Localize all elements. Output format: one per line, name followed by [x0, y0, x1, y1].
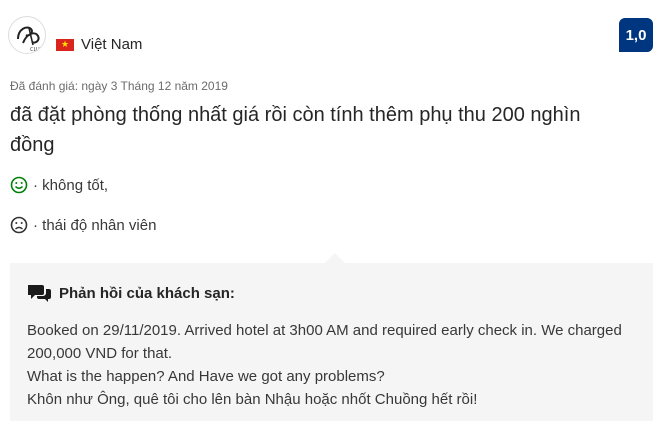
reply-line: Booked on 29/11/2019. Arrived hotel at 3…: [27, 322, 622, 362]
hotel-reply-box: Phản hồi của khách sạn: Booked on 29/11/…: [10, 263, 653, 421]
positive-text: · không tốt,: [33, 176, 109, 194]
negative-point: · thái độ nhân viên: [10, 216, 156, 234]
reply-heading: Phản hồi của khách sạn:: [28, 283, 235, 303]
vietnam-flag-icon: ★: [56, 38, 74, 51]
reviewer-avatar: CLUB: [8, 16, 46, 54]
reply-box-pointer: [325, 253, 345, 263]
reply-line: What is the happen? And Have we got any …: [27, 368, 385, 385]
chat-bubbles-icon: [28, 285, 51, 302]
reply-line: Khôn như Ông, quê tôi cho lên bàn Nhậu h…: [27, 391, 478, 408]
review-title: đã đặt phòng thống nhất giá rồi còn tính…: [10, 104, 581, 156]
svg-text:CLUB: CLUB: [30, 47, 44, 53]
reviewer-avatar-logo: CLUB: [17, 26, 44, 53]
review-date: Đã đánh giá: ngày 3 Tháng 12 năm 2019: [10, 79, 228, 93]
positive-point: · không tốt,: [10, 176, 108, 194]
negative-text: · thái độ nhân viên: [33, 216, 157, 234]
country-name: Việt Nam: [81, 36, 143, 53]
frown-icon: [10, 216, 28, 234]
smile-icon: [10, 176, 28, 194]
reply-body: Booked on 29/11/2019. Arrived hotel at 3…: [27, 319, 637, 411]
review-score-badge: 1,0: [619, 18, 653, 52]
reply-heading-text: Phản hồi của khách sạn:: [59, 284, 235, 302]
reviewer-country: ★ Việt Nam: [56, 36, 142, 53]
